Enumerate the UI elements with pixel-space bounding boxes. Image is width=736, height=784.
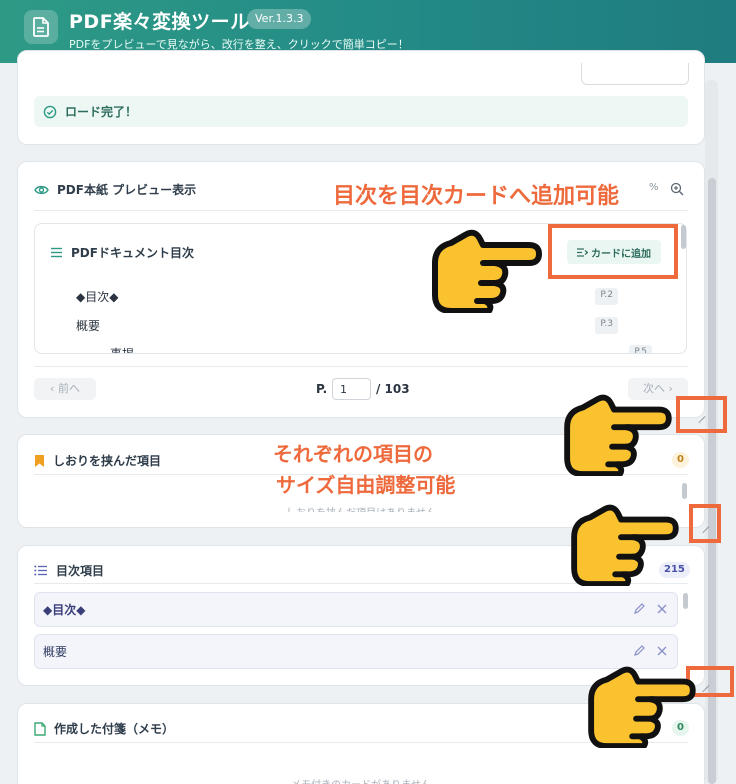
pointing-hand-icon	[571, 504, 679, 586]
annotation-highlight-box	[689, 504, 721, 543]
pdf-toc-row-clip: 事掲 P.5	[34, 340, 687, 353]
toc-items-card-title: 目次項目	[56, 564, 105, 578]
memo-card-header: 作成した付箋（メモ）	[34, 720, 174, 737]
pdf-toc-row-page: P.3	[595, 317, 618, 334]
memo-empty-text: メモ付きのカードがありません	[34, 776, 688, 784]
toc-items-scrollbar[interactable]	[683, 593, 688, 609]
list-icon	[51, 247, 62, 258]
pdf-toc-row-label: 事掲	[110, 345, 134, 353]
version-badge: Ver.1.3.3	[247, 9, 312, 29]
zoom-in-icon[interactable]	[670, 181, 684, 200]
prev-page-label: 前へ	[57, 382, 80, 395]
toc-item[interactable]: ◆目次◆	[34, 592, 678, 627]
page-number-input[interactable]	[332, 378, 371, 400]
pointing-hand-icon	[432, 229, 542, 313]
check-circle-icon	[43, 105, 57, 118]
delete-icon[interactable]	[657, 645, 667, 660]
annotation-highlight-box	[548, 224, 678, 279]
zoom-level: %	[649, 182, 659, 193]
pointing-hand-icon	[564, 394, 672, 476]
document-icon	[24, 10, 58, 44]
pdf-toc-row-page: P.2	[595, 288, 618, 305]
annotation-toc-note: 目次を目次カードへ追加可能	[333, 184, 620, 209]
pdf-toc-title: PDFドキュメント目次	[71, 246, 194, 260]
pdf-toc-row-label: 概要	[76, 319, 101, 333]
edit-icon[interactable]	[633, 603, 645, 618]
pdf-toc-row[interactable]: 事掲 P.5	[74, 345, 652, 353]
memo-card-title: 作成した付箋（メモ）	[54, 722, 175, 736]
preview-divider	[34, 210, 688, 211]
memo-empty-clip: メモ付きのカードがありません	[34, 774, 688, 784]
edit-icon[interactable]	[633, 645, 645, 660]
annotation-resize-line2: サイズ自由調整可能	[276, 473, 456, 497]
page-total: / 103	[376, 382, 410, 396]
toc-item-label: 概要	[43, 645, 68, 659]
pointing-hand-icon	[588, 666, 696, 748]
load-status-text: ロード完了！	[65, 105, 138, 119]
bookmark-icon	[35, 454, 44, 467]
pdf-toc-row-page: P.5	[629, 345, 652, 353]
load-status: ロード完了！	[34, 96, 688, 127]
list-icon	[34, 565, 47, 576]
prev-page-button[interactable]: ‹ 前へ	[34, 378, 96, 400]
pdf-toc-header: PDFドキュメント目次	[50, 244, 194, 261]
pdf-toc-scrollbar[interactable]	[681, 225, 686, 249]
load-action-button[interactable]	[581, 63, 689, 85]
chevron-left-icon: ‹	[50, 382, 58, 395]
bookmark-scrollbar[interactable]	[682, 483, 687, 499]
annotation-highlight-box	[676, 396, 727, 433]
page-prefix: P.	[316, 382, 328, 396]
delete-icon[interactable]	[657, 603, 667, 618]
annotation-resize-line1: それぞれの項目の	[273, 442, 433, 466]
note-icon	[34, 721, 46, 736]
preview-card-title: PDF本紙 プレビュー表示	[57, 183, 197, 197]
pager-divider	[34, 366, 688, 367]
preview-card-header: PDF本紙 プレビュー表示	[34, 181, 196, 198]
bookmark-card-title: しおりを挟んだ項目	[53, 454, 162, 468]
app-title: PDF楽々変換ツール	[69, 11, 250, 33]
toc-items-card-header: 目次項目	[34, 562, 104, 579]
pdf-toc-row[interactable]: 概要 P.3	[40, 317, 618, 334]
eye-icon	[34, 185, 49, 194]
toc-item-label: ◆目次◆	[43, 603, 86, 617]
bookmark-card-header: しおりを挟んだ項目	[34, 452, 161, 469]
pdf-toc-row-label: ◆目次◆	[76, 290, 119, 304]
